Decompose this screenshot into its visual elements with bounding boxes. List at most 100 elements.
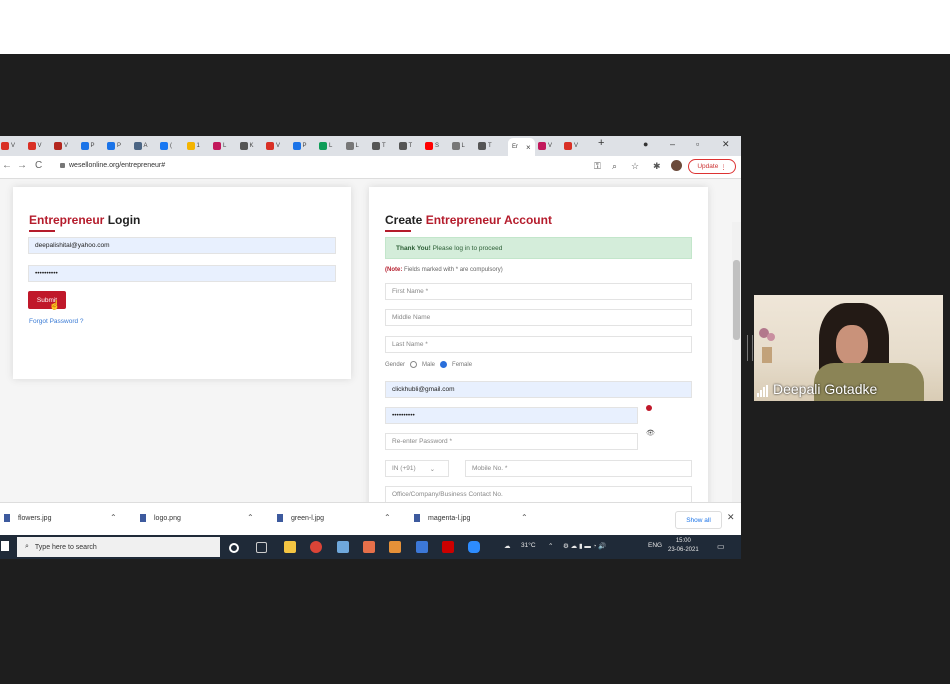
office-contact-input[interactable]: Office/Company/Business Contact No. [385, 486, 692, 503]
browser-tab[interactable]: A [133, 140, 148, 152]
window-close-icon[interactable]: ✕ [722, 139, 730, 150]
tab-favicon-icon [27, 142, 36, 150]
country-code-select[interactable]: IN (+91) ⌄ [385, 460, 449, 477]
app-icon[interactable] [363, 541, 375, 553]
reenter-password-input[interactable]: Re-enter Password * [385, 433, 638, 450]
bottom-margin [0, 684, 950, 700]
download-item[interactable]: green-l.jpg [277, 514, 324, 522]
zoom-app-icon[interactable] [468, 541, 480, 553]
downloads-close-icon[interactable]: ✕ [727, 512, 735, 523]
browser-tab[interactable]: V [564, 140, 578, 152]
restore-icon[interactable]: ▫ [696, 139, 699, 149]
back-icon[interactable]: ← [2, 160, 12, 171]
star-icon[interactable]: ☆ [631, 161, 639, 172]
resize-handle[interactable] [747, 335, 753, 361]
alert-bold: Thank You! [396, 244, 431, 252]
eye-icon[interactable]: 👁 [646, 429, 655, 437]
tray-icons[interactable]: ⚙ ☁ ▮ ▬ ◔ 🔊 [563, 542, 606, 550]
tray-chevron-icon[interactable]: ⌃ [548, 542, 553, 550]
forward-icon[interactable]: → [17, 160, 27, 171]
browser-tab[interactable]: P [292, 140, 307, 152]
tab-label: V [276, 143, 281, 149]
download-item[interactable]: logo.png [140, 514, 181, 522]
tab-favicon-icon [372, 142, 380, 150]
login-email-input[interactable]: deepalishital@yahoo.com [28, 237, 336, 254]
zoom-icon[interactable]: ⌕ [612, 161, 617, 172]
browser-tab[interactable]: 1 [186, 140, 200, 152]
browser-tab[interactable]: K [239, 140, 254, 152]
female-radio[interactable] [440, 361, 448, 368]
browser-tab[interactable]: L [345, 140, 359, 152]
page-scrollbar[interactable] [732, 222, 741, 545]
tab-label: V [64, 143, 69, 149]
middle-name-input[interactable]: Middle Name [385, 309, 692, 326]
show-all-button[interactable]: Show all [675, 511, 722, 529]
browser-tab[interactable]: ( [160, 140, 172, 152]
url-field[interactable]: wesellonline.org/entrepreneur# [60, 162, 165, 169]
male-label: Male [422, 361, 436, 368]
taskbar-search-box[interactable]: ⌕ Type here to search [17, 537, 220, 557]
minimize-icon[interactable]: – [670, 139, 675, 149]
cortana-icon[interactable] [229, 543, 239, 553]
last-name-input[interactable]: Last Name * [385, 336, 692, 353]
browser-tab[interactable]: V [538, 140, 552, 152]
browser-tab[interactable]: S [425, 140, 439, 152]
profile-avatar[interactable] [671, 160, 682, 171]
update-button[interactable]: Update ⋮ [688, 159, 736, 174]
account-icon[interactable]: ● [643, 139, 648, 149]
word-icon[interactable] [416, 541, 428, 553]
browser-tab[interactable]: T [398, 140, 412, 152]
browser-tab[interactable]: L [451, 140, 465, 152]
clock-time: 15:00 [675, 538, 691, 544]
forgot-password-link[interactable]: Forgot Password ? [29, 318, 84, 325]
browser-tab[interactable]: P [80, 140, 95, 152]
key-icon[interactable]: ⚿ [594, 161, 601, 172]
login-password-input[interactable]: •••••••••• [28, 265, 336, 282]
app-icon[interactable] [442, 541, 454, 553]
powerpoint-icon[interactable] [389, 541, 401, 553]
scrollbar-thumb[interactable] [733, 260, 740, 340]
tab-favicon-icon [345, 142, 354, 150]
tab-label: L [223, 143, 227, 149]
tab-active[interactable]: Er × [508, 138, 535, 156]
search-placeholder: Type here to search [34, 543, 97, 551]
top-margin [0, 0, 950, 54]
language-indicator[interactable]: ENG [648, 542, 662, 549]
new-tab-icon[interactable]: + [598, 137, 604, 149]
signup-email-input[interactable]: clickhubli@gmail.com [385, 381, 692, 398]
task-view-icon[interactable] [256, 542, 267, 553]
chevron-up-icon[interactable]: ⌃ [384, 513, 391, 522]
browser-tab[interactable]: T [372, 140, 386, 152]
male-radio[interactable] [410, 361, 418, 368]
tab-favicon-icon [538, 142, 546, 150]
browser-tab[interactable]: V [266, 140, 280, 152]
tab-favicon-icon [478, 142, 486, 150]
file-explorer-icon[interactable] [284, 541, 296, 553]
browser-tab[interactable]: L [213, 140, 226, 152]
first-name-input[interactable]: First Name * [385, 283, 692, 300]
chrome-icon[interactable] [310, 541, 322, 553]
taskbar-clock[interactable]: 15:00 23-06-2021 [668, 537, 699, 555]
app-icon[interactable] [337, 541, 349, 553]
login-title-red: Entrepreneur [29, 213, 105, 227]
chevron-up-icon[interactable]: ⌃ [247, 513, 254, 522]
windows-start-icon[interactable] [1, 541, 9, 551]
tab-close-icon[interactable]: × [526, 143, 531, 152]
web-page: Entrepreneur Login deepalishital@yahoo.c… [0, 179, 741, 545]
browser-tab[interactable]: L [319, 140, 332, 152]
submit-button[interactable]: Submit [28, 291, 66, 309]
download-item[interactable]: flowers.jpg [4, 514, 51, 522]
reload-icon[interactable]: C [35, 160, 42, 171]
chevron-up-icon[interactable]: ⌃ [521, 513, 528, 522]
browser-tab[interactable]: V [54, 140, 68, 152]
signup-password-input[interactable]: •••••••••• [385, 407, 638, 424]
download-item[interactable]: magenta-l.jpg [414, 514, 470, 522]
browser-tab[interactable]: V [27, 140, 42, 152]
browser-tab[interactable]: P [107, 140, 121, 152]
notification-icon[interactable]: ▭ [717, 542, 725, 551]
extensions-icon[interactable]: ✱ [653, 161, 661, 172]
mobile-input[interactable]: Mobile No. * [465, 460, 692, 477]
browser-tab[interactable]: V [1, 140, 15, 152]
browser-tab[interactable]: T [478, 140, 492, 152]
chevron-up-icon[interactable]: ⌃ [110, 513, 117, 522]
